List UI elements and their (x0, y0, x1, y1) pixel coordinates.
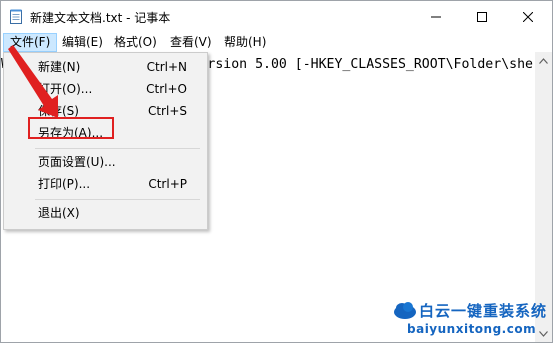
menu-help[interactable]: 帮助(H) (218, 34, 272, 51)
menu-edit[interactable]: 编辑(E) (56, 34, 109, 51)
minimize-icon (431, 16, 441, 17)
notepad-icon (10, 9, 22, 24)
close-icon (523, 11, 533, 22)
menu-separator (35, 148, 200, 149)
menu-item-new[interactable]: 新建(N) Ctrl+N (7, 56, 203, 78)
menu-item-label: 打印(P)... (38, 177, 91, 191)
menu-item-shortcut: Ctrl+N (146, 60, 187, 74)
menu-item-label: 打开(O)... (38, 82, 93, 96)
chevron-up-icon (539, 57, 548, 64)
menu-item-shortcut: Ctrl+S (147, 104, 187, 118)
menu-item-label: 新建(N) (38, 60, 81, 74)
maximize-button[interactable] (459, 1, 505, 32)
watermark-title: 白云一键重装系统 (419, 302, 548, 320)
window-title: 新建文本文档.txt - 记事本 (30, 11, 171, 25)
menu-item-page-setup[interactable]: 页面设置(U)... (7, 151, 203, 173)
menu-item-print[interactable]: 打印(P)... Ctrl+P (7, 173, 203, 195)
menu-file[interactable]: 文件(F) (3, 33, 58, 52)
close-button[interactable] (505, 1, 551, 32)
scroll-up-button[interactable] (535, 52, 552, 69)
notepad-window: 新建文本文档.txt - 记事本 文件(F) 编辑(E) 格式(O) 查看(V)… (0, 0, 553, 343)
menu-bar: 文件(F) 编辑(E) 格式(O) 查看(V) 帮助(H) (1, 32, 552, 52)
menu-view[interactable]: 查看(V) (164, 34, 218, 51)
menu-separator (35, 199, 200, 200)
minimize-button[interactable] (413, 1, 459, 32)
maximize-icon (477, 11, 487, 22)
menu-format[interactable]: 格式(O) (108, 34, 163, 51)
menu-item-shortcut: Ctrl+P (148, 177, 187, 191)
cloud-logo-icon (394, 302, 416, 319)
menu-item-open[interactable]: 打开(O)... Ctrl+O (7, 78, 203, 100)
annotation-highlight-box (28, 117, 114, 139)
file-menu-dropdown: 新建(N) Ctrl+N 打开(O)... Ctrl+O 保存(S) Ctrl+… (3, 52, 208, 230)
watermark-url: baiyunxitong.com (407, 322, 537, 336)
menu-item-shortcut: Ctrl+O (146, 82, 187, 96)
watermark: 白云一键重装系统 baiyunxitong.com (393, 298, 549, 340)
title-bar[interactable]: 新建文本文档.txt - 记事本 (1, 1, 552, 32)
menu-item-label: 退出(X) (38, 206, 80, 220)
menu-item-label: 页面设置(U)... (38, 155, 116, 169)
menu-item-exit[interactable]: 退出(X) (7, 202, 203, 224)
